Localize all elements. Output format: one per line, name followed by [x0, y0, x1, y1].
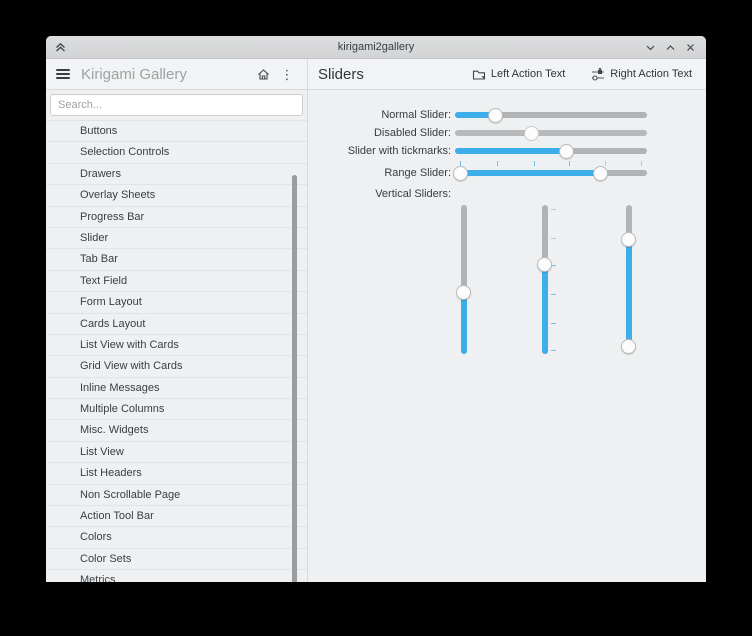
- slider-handle[interactable]: [593, 165, 609, 181]
- slider-handle[interactable]: [558, 143, 574, 159]
- tickmark: [551, 209, 556, 211]
- left-action-button[interactable]: Left Action Text: [468, 65, 569, 84]
- sidebar-item[interactable]: Action Tool Bar: [46, 506, 307, 528]
- hamburger-menu-button[interactable]: [54, 62, 72, 86]
- sidebar-item[interactable]: Cards Layout: [46, 314, 307, 335]
- sidebar: ButtonsSelection ControlsDrawersOverlay …: [46, 90, 308, 582]
- slider-fill: [541, 264, 548, 354]
- sidebar-item[interactable]: List View: [46, 442, 307, 464]
- right-action-label: Right Action Text: [610, 68, 692, 80]
- slider-handle: [524, 125, 540, 141]
- tickmark: [551, 322, 556, 324]
- sidebar-item[interactable]: Text Field: [46, 271, 307, 293]
- sidebar-item[interactable]: Form Layout: [46, 292, 307, 314]
- maximize-button[interactable]: [664, 41, 677, 54]
- home-icon: [257, 68, 269, 80]
- slider-fill: [625, 239, 632, 347]
- sidebar-item[interactable]: Inline Messages: [46, 378, 307, 400]
- normal-slider[interactable]: [455, 107, 647, 123]
- slider-fill: [460, 292, 467, 354]
- sidebar-item[interactable]: Selection Controls: [46, 142, 307, 164]
- sidebar-item[interactable]: Misc. Widgets: [46, 420, 307, 442]
- disabled-slider-row: Disabled Slider:: [308, 125, 647, 141]
- slider-fill: [460, 170, 601, 176]
- tickmark-slider-row: Slider with tickmarks:: [308, 143, 647, 166]
- normal-slider-row: Normal Slider:: [308, 107, 647, 123]
- slider-handle[interactable]: [621, 231, 636, 247]
- slider-handle[interactable]: [537, 257, 552, 273]
- slider-handle[interactable]: [621, 339, 636, 355]
- sidebar-item[interactable]: Slider: [46, 228, 307, 250]
- sidebar-item[interactable]: Buttons: [46, 121, 307, 143]
- tickmark: [551, 237, 556, 239]
- app-window: kirigami2gallery Kirigami Gallery ⋮ Slid…: [46, 36, 706, 582]
- levels-icon: [592, 67, 605, 81]
- slider-fill: [455, 148, 567, 154]
- kebab-icon: ⋮: [280, 66, 294, 82]
- sidebar-item[interactable]: Grid View with Cards: [46, 356, 307, 378]
- vertical-slider-3[interactable]: [621, 205, 636, 355]
- disabled-slider: [455, 125, 647, 141]
- page-header: Sliders Left Action Text Right Action Te…: [308, 59, 706, 89]
- hamburger-icon: [56, 69, 70, 79]
- home-button[interactable]: [251, 62, 275, 86]
- vertical-slider-1[interactable]: [456, 205, 471, 354]
- vertical-sliders-label: Vertical Sliders:: [375, 188, 451, 200]
- header: Kirigami Gallery ⋮ Sliders Left Action T…: [46, 59, 706, 90]
- search-input[interactable]: [50, 94, 303, 116]
- sidebar-item[interactable]: Colors: [46, 527, 307, 549]
- range-slider[interactable]: [453, 165, 647, 181]
- tickmark: [551, 294, 556, 296]
- close-button[interactable]: [684, 41, 697, 54]
- slider-handle[interactable]: [456, 285, 471, 301]
- sidebar-nav-list: Buttons Selection Controls Drawers Overlay …: [46, 120, 307, 582]
- sidebar-item[interactable]: List View with Cards: [46, 335, 307, 357]
- sidebar-item[interactable]: Drawers: [46, 164, 307, 186]
- page-title: Sliders: [318, 65, 364, 83]
- slider-handle[interactable]: [453, 165, 469, 181]
- normal-slider-label: Normal Slider:: [381, 109, 451, 121]
- sidebar-item[interactable]: Metrics: [46, 570, 307, 582]
- slider-page-content: Normal Slider: Disabled Slider: Slider wit…: [308, 90, 706, 582]
- overflow-menu-button[interactable]: ⋮: [275, 62, 299, 86]
- tickmark-slider-label: Slider with tickmarks:: [347, 145, 451, 157]
- tickmark: [551, 349, 556, 351]
- sidebar-header: Kirigami Gallery ⋮: [46, 59, 308, 89]
- sidebar-item[interactable]: Tab Bar: [46, 249, 307, 271]
- sidebar-item[interactable]: Color Sets: [46, 549, 307, 571]
- slider-handle[interactable]: [487, 107, 503, 123]
- vertical-slider-2[interactable]: [537, 205, 556, 354]
- range-slider-label: Range Slider:: [384, 167, 451, 179]
- sidebar-item[interactable]: Progress Bar: [46, 207, 307, 228]
- tickmark-slider[interactable]: [455, 143, 647, 166]
- titlebar[interactable]: kirigami2gallery: [46, 36, 706, 59]
- sidebar-item[interactable]: Overlay Sheets: [46, 185, 307, 207]
- disabled-slider-label: Disabled Slider:: [373, 127, 451, 139]
- range-slider-row: Range Slider:: [308, 165, 647, 181]
- sidebar-item[interactable]: Non Scrollable Page: [46, 485, 307, 507]
- sidebar-item[interactable]: List Headers: [46, 463, 307, 485]
- app-title: Kirigami Gallery: [81, 65, 187, 83]
- folder-icon: [472, 70, 485, 80]
- vertical-sliders-row: Vertical Sliders:: [308, 186, 455, 202]
- sidebar-scrollbar[interactable]: [292, 175, 297, 582]
- right-action-button[interactable]: Right Action Text: [587, 65, 696, 84]
- left-action-label: Left Action Text: [490, 68, 566, 80]
- slider-track: [455, 130, 647, 136]
- minimize-button[interactable]: [644, 41, 657, 54]
- sidebar-item[interactable]: Multiple Columns: [46, 399, 307, 421]
- window-title: kirigami2gallery: [337, 41, 415, 53]
